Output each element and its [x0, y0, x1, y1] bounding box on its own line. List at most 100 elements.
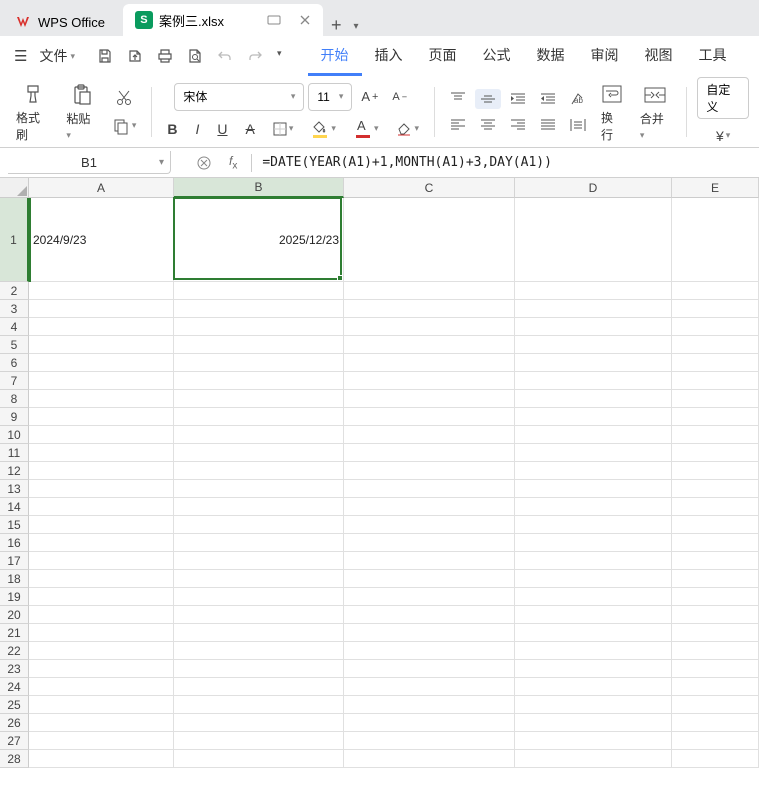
cell-D24[interactable] [515, 678, 672, 696]
row-header-17[interactable]: 17 [0, 552, 29, 570]
cell-A9[interactable] [29, 408, 174, 426]
increase-font-icon[interactable]: A+ [356, 86, 383, 107]
cell-D6[interactable] [515, 354, 672, 372]
cell-B19[interactable] [174, 588, 344, 606]
row-header-12[interactable]: 12 [0, 462, 29, 480]
row-header-18[interactable]: 18 [0, 570, 29, 588]
distribute-icon[interactable] [565, 115, 591, 135]
cell-E3[interactable] [672, 300, 759, 318]
row-header-8[interactable]: 8 [0, 390, 29, 408]
cell-E28[interactable] [672, 750, 759, 768]
tab-review[interactable]: 审阅 [578, 37, 632, 76]
select-all-corner[interactable] [0, 178, 29, 198]
row-header-26[interactable]: 26 [0, 714, 29, 732]
row-header-5[interactable]: 5 [0, 336, 29, 354]
row-header-3[interactable]: 3 [0, 300, 29, 318]
font-size-select[interactable]: 11▾ [308, 83, 352, 111]
italic-icon[interactable]: I [191, 118, 205, 140]
cell-E24[interactable] [672, 678, 759, 696]
cell-E22[interactable] [672, 642, 759, 660]
cell-D16[interactable] [515, 534, 672, 552]
cell-E18[interactable] [672, 570, 759, 588]
cell-C2[interactable] [344, 282, 515, 300]
insert-function-icon[interactable]: fx [225, 152, 241, 173]
row-header-10[interactable]: 10 [0, 426, 29, 444]
print-icon[interactable] [153, 44, 177, 68]
row-header-20[interactable]: 20 [0, 606, 29, 624]
row-header-4[interactable]: 4 [0, 318, 29, 336]
cell-B28[interactable] [174, 750, 344, 768]
cell-A14[interactable] [29, 498, 174, 516]
cancel-formula-icon[interactable] [193, 154, 215, 172]
cell-D9[interactable] [515, 408, 672, 426]
row-header-1[interactable]: 1 [0, 198, 29, 282]
clear-format-icon[interactable]: ▾ [391, 118, 424, 140]
cell-B21[interactable] [174, 624, 344, 642]
cell-A15[interactable] [29, 516, 174, 534]
cell-E25[interactable] [672, 696, 759, 714]
cell-E10[interactable] [672, 426, 759, 444]
tab-view[interactable]: 视图 [632, 37, 686, 76]
align-left-icon[interactable] [445, 115, 471, 135]
border-icon[interactable]: ▾ [268, 119, 299, 139]
row-header-21[interactable]: 21 [0, 624, 29, 642]
cell-C23[interactable] [344, 660, 515, 678]
cell-E2[interactable] [672, 282, 759, 300]
cell-A20[interactable] [29, 606, 174, 624]
cell-A26[interactable] [29, 714, 174, 732]
cell-E6[interactable] [672, 354, 759, 372]
cell-D11[interactable] [515, 444, 672, 462]
column-header-E[interactable]: E [672, 178, 759, 198]
redo-icon[interactable] [243, 44, 267, 68]
cell-E9[interactable] [672, 408, 759, 426]
cell-C15[interactable] [344, 516, 515, 534]
cell-A5[interactable] [29, 336, 174, 354]
tab-page[interactable]: 页面 [416, 37, 470, 76]
cell-C27[interactable] [344, 732, 515, 750]
cell-A1[interactable]: 2024/9/23 [29, 198, 174, 282]
document-tab[interactable]: S 案例三.xlsx [123, 4, 323, 36]
column-header-D[interactable]: D [515, 178, 672, 198]
cell-D1[interactable] [515, 198, 672, 282]
cell-C22[interactable] [344, 642, 515, 660]
cell-D18[interactable] [515, 570, 672, 588]
cell-C4[interactable] [344, 318, 515, 336]
orientation-icon[interactable]: ab [565, 89, 591, 109]
cell-A17[interactable] [29, 552, 174, 570]
cell-A8[interactable] [29, 390, 174, 408]
decrease-font-icon[interactable]: A− [387, 88, 412, 106]
tab-start[interactable]: 开始 [308, 37, 362, 76]
cell-C1[interactable] [344, 198, 515, 282]
cell-B13[interactable] [174, 480, 344, 498]
cell-A25[interactable] [29, 696, 174, 714]
tab-tools[interactable]: 工具 [686, 37, 740, 76]
cell-D27[interactable] [515, 732, 672, 750]
row-header-24[interactable]: 24 [0, 678, 29, 696]
cell-A3[interactable] [29, 300, 174, 318]
cell-B3[interactable] [174, 300, 344, 318]
row-header-19[interactable]: 19 [0, 588, 29, 606]
cell-B12[interactable] [174, 462, 344, 480]
undo-icon[interactable] [213, 44, 237, 68]
cut-icon[interactable] [110, 86, 138, 110]
cell-A21[interactable] [29, 624, 174, 642]
row-header-25[interactable]: 25 [0, 696, 29, 714]
cell-C25[interactable] [344, 696, 515, 714]
row-header-23[interactable]: 23 [0, 660, 29, 678]
cell-A18[interactable] [29, 570, 174, 588]
cell-D28[interactable] [515, 750, 672, 768]
copy-icon[interactable]: ▾ [107, 114, 142, 138]
cell-A24[interactable] [29, 678, 174, 696]
cells-area[interactable]: 2024/9/232025/12/23 [29, 198, 759, 768]
cell-B20[interactable] [174, 606, 344, 624]
cell-A22[interactable] [29, 642, 174, 660]
fill-color-icon[interactable]: ▾ [306, 117, 341, 141]
cell-D3[interactable] [515, 300, 672, 318]
cell-E17[interactable] [672, 552, 759, 570]
row-header-9[interactable]: 9 [0, 408, 29, 426]
cell-B9[interactable] [174, 408, 344, 426]
cell-E16[interactable] [672, 534, 759, 552]
align-justify-icon[interactable] [535, 115, 561, 135]
tab-insert[interactable]: 插入 [362, 37, 416, 76]
cell-C21[interactable] [344, 624, 515, 642]
